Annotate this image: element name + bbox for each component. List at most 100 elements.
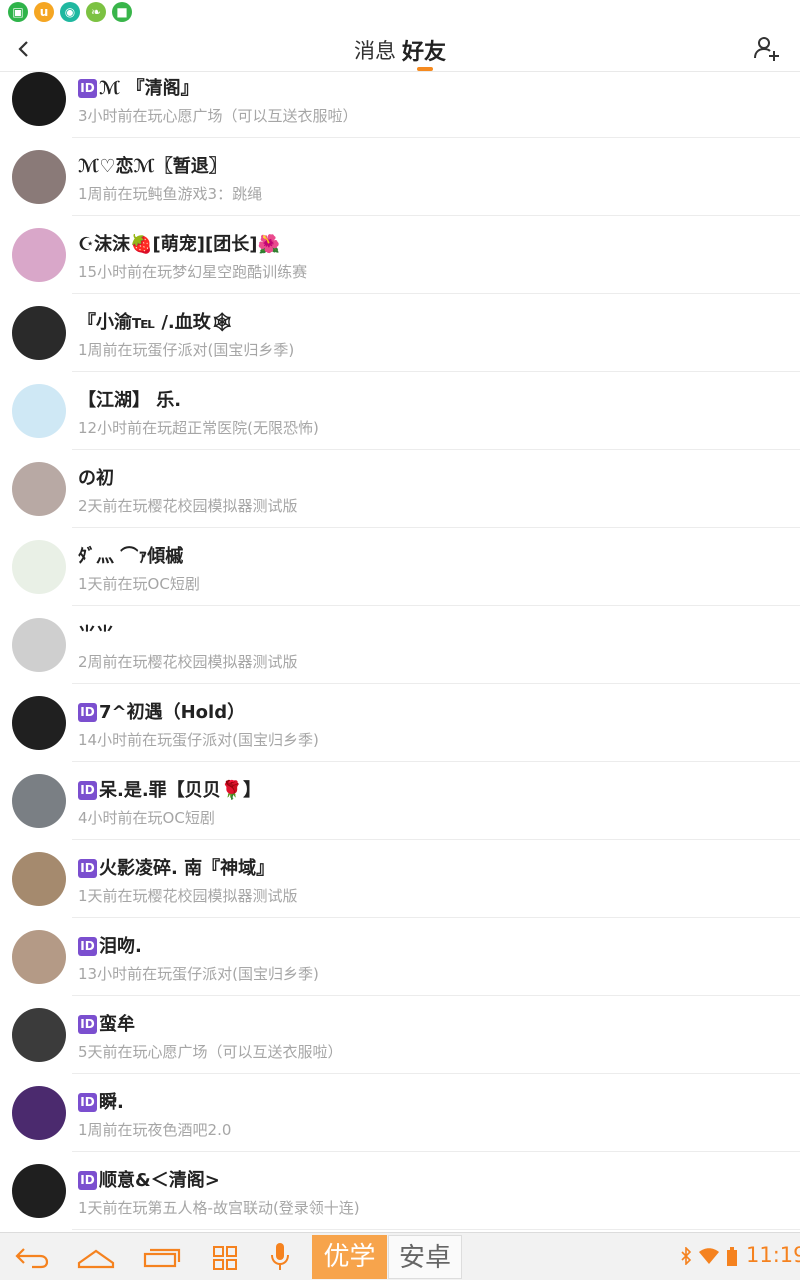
friend-row[interactable]: ID 蛮牟 5天前在玩心愿广场（可以互送衣服啦） — [0, 996, 800, 1074]
friend-name-text: 火影凌碎. 南『神域』 — [99, 858, 275, 879]
nav-apps-button[interactable] — [210, 1233, 240, 1280]
friend-name: 『小渝℡ /.血玫🕸 — [78, 308, 234, 334]
avatar[interactable] — [12, 1008, 66, 1062]
back-arrow-icon — [15, 1248, 49, 1269]
grid-icon — [213, 1246, 237, 1270]
tab-messages[interactable]: 消息 — [354, 35, 396, 65]
avatar[interactable] — [12, 72, 66, 126]
tab-friends[interactable]: 好友 — [402, 34, 446, 66]
id-badge-icon: ID — [78, 1171, 97, 1190]
friend-activity-status: 14小时前在玩蛋仔派对(国宝归乡季) — [78, 731, 319, 749]
gallery-notification-icon: ▣ — [8, 2, 28, 22]
friend-activity-status: 1周前在玩夜色酒吧2.0 — [78, 1121, 232, 1139]
friend-name-text: 『小渝℡ /.血玫🕸 — [78, 312, 234, 333]
friend-name-text: の初 — [78, 468, 114, 489]
nav-recents-button[interactable] — [142, 1233, 182, 1280]
id-badge-icon: ID — [78, 703, 97, 722]
friend-row[interactable]: ID 火影凌碎. 南『神域』 1天前在玩樱花校园模拟器测试版 — [0, 840, 800, 918]
friend-row[interactable]: ID 顺意&＜清阁> 1天前在玩第五人格-故宫联动(登录领十连) — [0, 1152, 800, 1230]
clock: 11:19 — [746, 1243, 800, 1267]
bluetooth-icon — [681, 1247, 692, 1265]
nav-voice-button[interactable] — [268, 1233, 292, 1280]
friend-row[interactable]: ID 瞬. 1周前在玩夜色酒吧2.0 — [0, 1074, 800, 1152]
microphone-icon — [271, 1243, 289, 1270]
avatar[interactable] — [12, 306, 66, 360]
friend-name: ☪沫沫🍓[萌宠][团长]🌺 — [78, 230, 280, 256]
avatar[interactable] — [12, 1086, 66, 1140]
friend-name-text: 7^初遇（Hold） — [99, 702, 246, 723]
friend-row[interactable]: ℳ♡恋ℳ〖暂退〗 1周前在玩鲀鱼游戏3：跳绳 — [0, 138, 800, 216]
friend-name-text: 顺意&＜清阁> — [99, 1170, 220, 1191]
friend-name-text: 呆.是.罪【贝贝🌹】 — [99, 780, 262, 801]
active-tab-indicator — [417, 67, 433, 71]
avatar[interactable] — [12, 228, 66, 282]
friend-row[interactable]: ☪沫沫🍓[萌宠][团长]🌺 15小时前在玩梦幻星空跑酷训练赛 — [0, 216, 800, 294]
avatar[interactable] — [12, 462, 66, 516]
home-icon — [77, 1249, 115, 1269]
friend-row[interactable]: の初 2天前在玩樱花校园模拟器测试版 — [0, 450, 800, 528]
sync-notification-icon: ◉ — [60, 2, 80, 22]
recents-icon — [143, 1248, 181, 1268]
status-bar: ▣ u ◉ ❧ ■ — [0, 0, 800, 24]
friend-row[interactable]: 『小渝℡ /.血玫🕸 1周前在玩蛋仔派对(国宝归乡季) — [0, 294, 800, 372]
friend-name: ID 瞬. — [78, 1088, 124, 1114]
friend-name-text: ℳ♡恋ℳ〖暂退〗 — [78, 156, 227, 177]
avatar[interactable] — [12, 150, 66, 204]
store-notification-icon: ■ — [112, 2, 132, 22]
nav-home-button[interactable] — [76, 1233, 116, 1280]
friend-activity-status: 1周前在玩蛋仔派对(国宝归乡季) — [78, 341, 295, 359]
friend-name-text: ⺌⺌ — [78, 624, 114, 645]
friend-activity-status: 5天前在玩心愿广场（可以互送衣服啦） — [78, 1043, 343, 1061]
friend-name-text: 蛮牟 — [99, 1014, 135, 1035]
friend-row[interactable]: ﾀﾞ灬 ⌒ｧ傾槭 1天前在玩OC短剧 — [0, 528, 800, 606]
avatar[interactable] — [12, 384, 66, 438]
friend-activity-status: 2天前在玩樱花校园模拟器测试版 — [78, 497, 298, 515]
avatar[interactable] — [12, 696, 66, 750]
nav-back-button[interactable] — [10, 1233, 54, 1280]
chevron-left-icon — [18, 41, 28, 57]
friend-name: ﾀﾞ灬 ⌒ｧ傾槭 — [78, 542, 183, 568]
u-app-notification-icon: u — [34, 2, 54, 22]
add-person-icon — [754, 37, 779, 61]
friend-row[interactable]: ID 呆.是.罪【贝贝🌹】 4小时前在玩OC短剧 — [0, 762, 800, 840]
friend-list[interactable]: ID ℳ 『清阁』 3小时前在玩心愿广场（可以互送衣服啦） ℳ♡恋ℳ〖暂退〗 1周前在玩… — [0, 72, 800, 1232]
android-mode-button[interactable]: 安卓 — [388, 1235, 462, 1279]
id-badge-icon: ID — [78, 1015, 97, 1034]
wifi-icon — [699, 1248, 719, 1264]
friend-row[interactable]: ⺌⺌ 2周前在玩樱花校园模拟器测试版 — [0, 606, 800, 684]
friend-name: ID 顺意&＜清阁> — [78, 1166, 220, 1192]
avatar[interactable] — [12, 618, 66, 672]
friend-name-text: 瞬. — [99, 1092, 124, 1113]
avatar[interactable] — [12, 852, 66, 906]
friend-name: ID 泪吻. — [78, 932, 142, 958]
add-friend-button[interactable] — [752, 34, 782, 64]
avatar[interactable] — [12, 540, 66, 594]
friend-name: ⺌⺌ — [78, 620, 114, 646]
youxue-mode-button[interactable]: 优学 — [312, 1235, 387, 1279]
avatar[interactable] — [12, 930, 66, 984]
friend-row[interactable]: 【江湖】 乐. 12小时前在玩超正常医院(无限恐怖) — [0, 372, 800, 450]
friend-row[interactable]: ID 泪吻. 13小时前在玩蛋仔派对(国宝归乡季) — [0, 918, 800, 996]
friend-activity-status: 12小时前在玩超正常医院(无限恐怖) — [78, 419, 319, 437]
friend-name: ℳ♡恋ℳ〖暂退〗 — [78, 152, 227, 178]
friend-name-text: ☪沫沫🍓[萌宠][团长]🌺 — [78, 234, 280, 255]
system-nav-bar: 优学 安卓 11:19 — [0, 1232, 800, 1280]
avatar[interactable] — [12, 774, 66, 828]
friend-name: ID 蛮牟 — [78, 1010, 135, 1036]
friend-name: ID 呆.是.罪【贝贝🌹】 — [78, 776, 261, 802]
id-badge-icon: ID — [78, 781, 97, 800]
id-badge-icon: ID — [78, 1093, 97, 1112]
id-badge-icon: ID — [78, 79, 97, 98]
avatar[interactable] — [12, 1164, 66, 1218]
friend-activity-status: 2周前在玩樱花校园模拟器测试版 — [78, 653, 298, 671]
back-button[interactable] — [8, 32, 40, 64]
friend-row[interactable]: ID 7^初遇（Hold） 14小时前在玩蛋仔派对(国宝归乡季) — [0, 684, 800, 762]
top-bar: 消息 好友 — [0, 24, 800, 72]
friend-name-text: 【江湖】 乐. — [78, 390, 182, 411]
friend-activity-status: 1天前在玩第五人格-故宫联动(登录领十连) — [78, 1199, 360, 1217]
friend-row[interactable]: ID ℳ 『清阁』 3小时前在玩心愿广场（可以互送衣服啦） — [0, 72, 800, 138]
row-divider — [72, 1229, 800, 1230]
friend-activity-status: 15小时前在玩梦幻星空跑酷训练赛 — [78, 263, 308, 281]
friend-activity-status: 1天前在玩樱花校园模拟器测试版 — [78, 887, 298, 905]
friend-name-text: ﾀﾞ灬 ⌒ｧ傾槭 — [78, 546, 184, 567]
